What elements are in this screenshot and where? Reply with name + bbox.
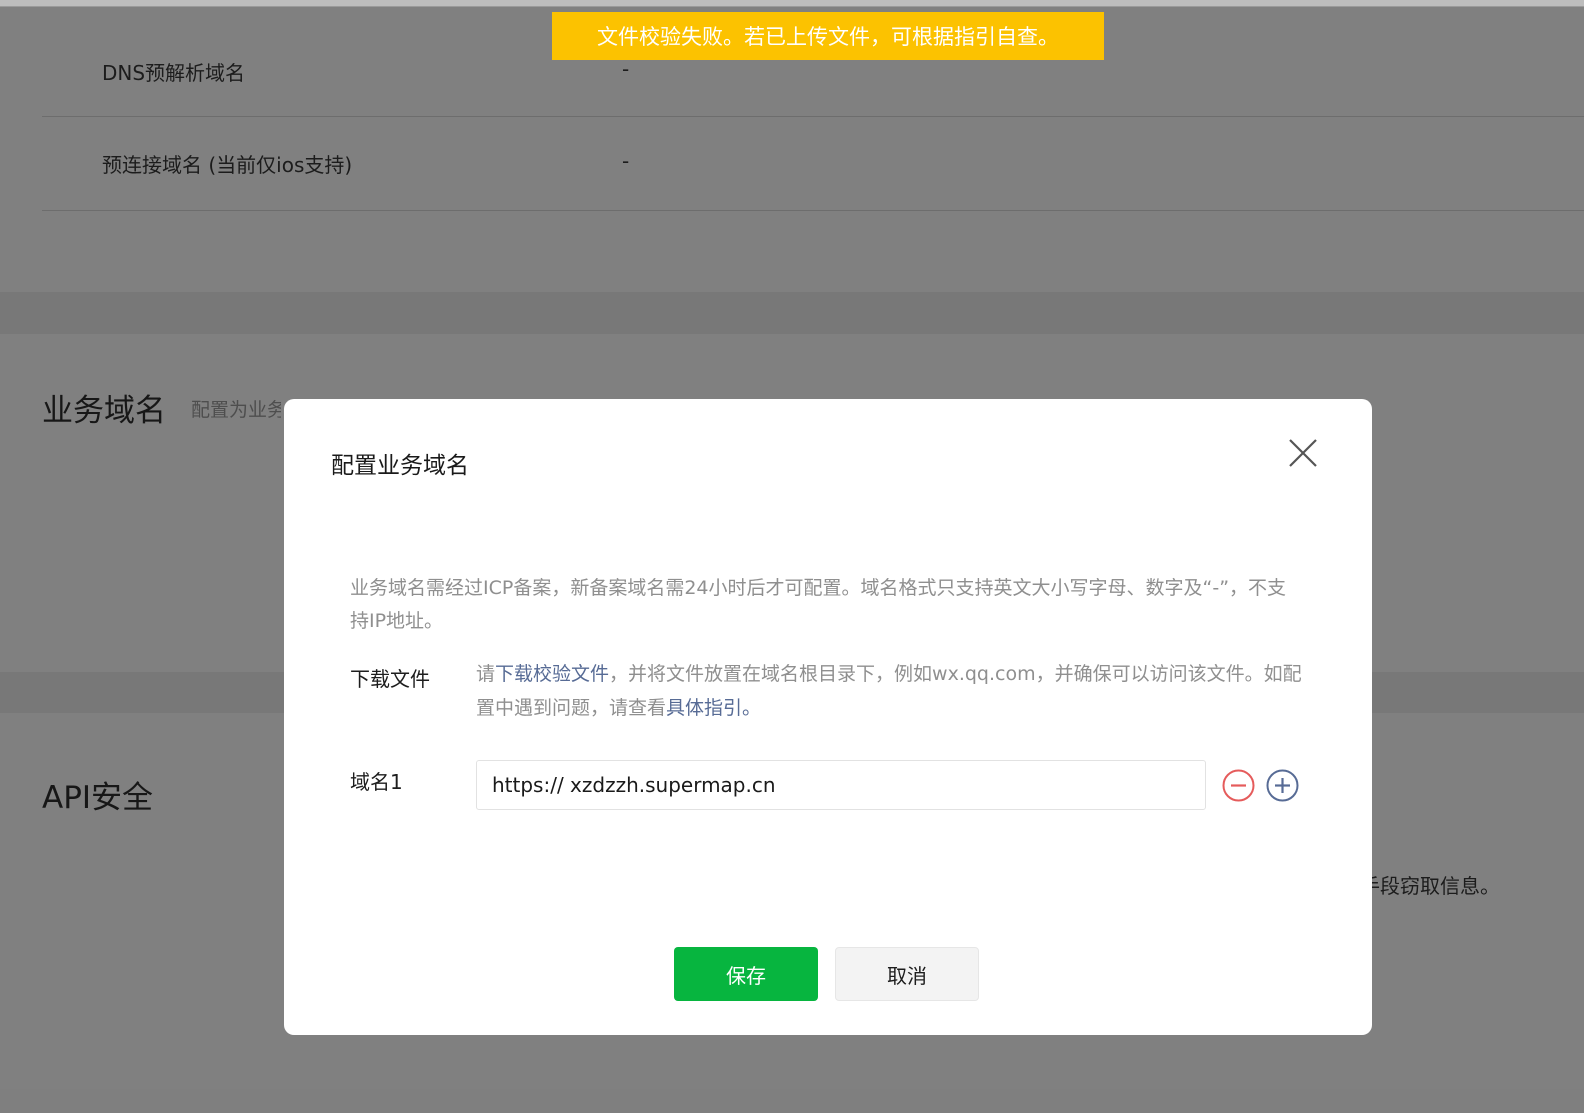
guide-link[interactable]: 具体指引。	[666, 697, 761, 719]
error-toast: 文件校验失败。若已上传文件，可根据指引自查。	[552, 12, 1104, 60]
domain-1-input[interactable]	[476, 760, 1206, 810]
download-file-label: 下载文件	[350, 667, 430, 691]
section-gap	[0, 292, 1584, 334]
minus-circle-icon[interactable]	[1222, 769, 1255, 802]
save-button[interactable]: 保存	[674, 947, 818, 1001]
config-business-domain-dialog: 配置业务域名 业务域名需经过ICP备案，新备案域名需24小时后才可配置。域名格式…	[284, 399, 1372, 1035]
close-icon[interactable]	[1287, 437, 1319, 469]
dns-prefetch-label: DNS预解析域名	[102, 61, 246, 85]
api-security-desc-tail: 手段窃取信息。	[1360, 874, 1500, 898]
dns-prefetch-value: -	[622, 57, 630, 81]
preconnect-label: 预连接域名 (当前仅ios支持)	[102, 153, 353, 177]
download-text-before: 请	[476, 663, 496, 685]
download-instructions: 请下载校验文件，并将文件放置在域名根目录下，例如wx.qq.com，并确保可以访…	[476, 657, 1306, 725]
business-domain-desc: 配置为业务	[191, 399, 281, 421]
cancel-button[interactable]: 取消	[835, 947, 979, 1001]
download-verify-file-link[interactable]: 下载校验文件	[495, 663, 609, 685]
preconnect-value: -	[622, 149, 630, 173]
domain-requirement-note: 业务域名需经过ICP备案，新备案域名需24小时后才可配置。域名格式只支持英文大小…	[350, 577, 1287, 632]
domain-1-label: 域名1	[350, 770, 403, 794]
dialog-title: 配置业务域名	[331, 453, 469, 479]
api-security-title: API安全	[42, 780, 154, 816]
row-divider	[42, 210, 1584, 211]
business-domain-title: 业务域名	[42, 393, 166, 429]
plus-circle-icon[interactable]	[1266, 769, 1299, 802]
row-divider	[42, 116, 1584, 117]
